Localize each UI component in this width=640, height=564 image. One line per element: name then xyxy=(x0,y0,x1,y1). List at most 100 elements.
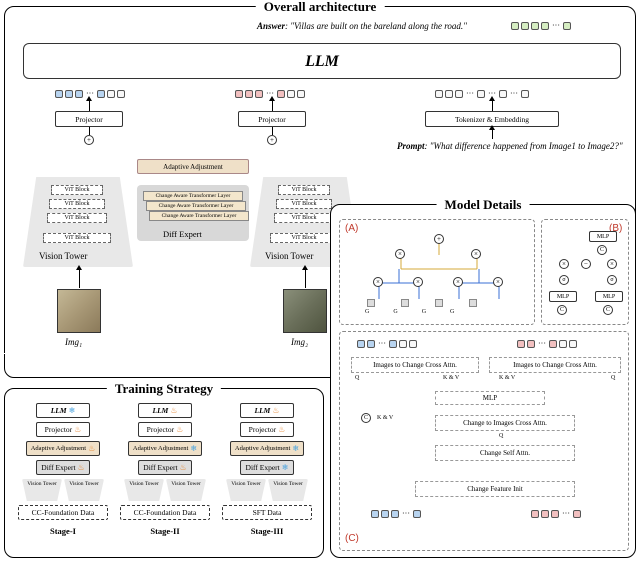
s1-vt2: Vision Tower xyxy=(64,479,104,501)
freeze-icon: ❄ xyxy=(69,406,76,415)
kv-r: K & V xyxy=(499,375,515,381)
mul-icon: × xyxy=(471,249,481,259)
vit-l2: ViT Block xyxy=(49,199,105,209)
s1-vt1: Vision Tower xyxy=(22,479,62,501)
s1-llm: LLM❄ xyxy=(36,403,90,418)
s3-vt2: Vision Tower xyxy=(268,479,308,501)
q-l: Q xyxy=(355,375,359,381)
s2-diff: Diff Expert♨ xyxy=(138,460,192,475)
mul-icon: × xyxy=(559,259,569,269)
s2-adap: Adaptive Adjustment❄ xyxy=(128,441,202,456)
stage2-col: LLM♨ Projector♨ Adaptive Adjustment❄ Dif… xyxy=(117,403,213,536)
fire-icon: ♨ xyxy=(278,425,285,434)
s1-diff: Diff Expert♨ xyxy=(36,460,90,475)
fire-icon: ♨ xyxy=(176,425,183,434)
tag-c: (C) xyxy=(345,533,359,544)
prompt-label: Prompt: "What difference happened from I… xyxy=(397,141,623,151)
projector-left: Projector xyxy=(55,111,123,127)
s2-vt2: Vision Tower xyxy=(166,479,206,501)
mul-icon: × xyxy=(607,259,617,269)
vit-l1: ViT Block xyxy=(51,185,103,195)
gate-icon xyxy=(401,299,409,307)
img1-label: Img₁ xyxy=(65,337,82,347)
gate-icon xyxy=(435,299,443,307)
answer-label: Answer: "Villas are built on the barelan… xyxy=(257,21,467,31)
img2-thumb xyxy=(283,289,327,333)
change-layer-2: Change Aware Transformer Layer xyxy=(146,201,246,211)
tokens-right: ········· xyxy=(435,89,529,98)
c-node: C xyxy=(603,305,613,315)
s2-proj: Projector♨ xyxy=(138,422,192,437)
q-r: Q xyxy=(611,375,615,381)
c-node: C xyxy=(557,305,567,315)
vt-label-r: Vision Tower xyxy=(265,251,313,261)
s2-data: CC-Foundation Data xyxy=(120,505,210,520)
vit-r4: ViT Block xyxy=(270,233,338,243)
change-layer-1: Change Aware Transformer Layer xyxy=(143,191,243,201)
c-node: C xyxy=(597,245,607,255)
c2i: Change to Images Cross Attn. xyxy=(435,415,575,431)
vit-r3: ViT Block xyxy=(274,213,334,223)
sigma-node: σ xyxy=(607,275,617,285)
mlp-b1: MLP xyxy=(589,231,617,242)
c-node: C xyxy=(361,413,371,423)
gate-icon xyxy=(469,299,477,307)
change-layer-3: Change Aware Transformer Layer xyxy=(149,211,249,221)
img2-label: Img₂ xyxy=(291,337,308,347)
c-tokens-top-left: ··· xyxy=(357,339,417,348)
adaptive-adjustment: Adaptive Adjustment xyxy=(137,159,249,174)
i2c-right: Images to Change Cross Attn. xyxy=(489,357,621,373)
s1-proj: Projector♨ xyxy=(36,422,90,437)
s3-label: Stage-III xyxy=(251,526,284,536)
vit-l4: ViT Block xyxy=(43,233,111,243)
s1-adap: Adaptive Adjustment♨ xyxy=(26,441,101,456)
model-details-panel: Model Details (A) + × × × × × × xyxy=(330,204,636,558)
mul-icon: × xyxy=(373,277,383,287)
training-title: Training Strategy xyxy=(107,381,221,397)
c-tokens-bot-right: ··· xyxy=(531,509,581,518)
freeze-icon: ❄ xyxy=(190,444,197,453)
details-title: Model Details xyxy=(437,197,530,213)
mul-icon: × xyxy=(493,277,503,287)
training-strategy-panel: Training Strategy LLM❄ Projector♨ Adapti… xyxy=(4,388,324,558)
fire-icon: ♨ xyxy=(272,406,279,415)
plus-icon: + xyxy=(434,234,444,244)
freeze-icon: ❄ xyxy=(292,444,299,453)
mul-icon: × xyxy=(453,277,463,287)
stage3-col: LLM♨ Projector♨ Adaptive Adjustment❄ Dif… xyxy=(219,403,315,536)
img1-thumb xyxy=(57,289,101,333)
fire-icon: ♨ xyxy=(88,444,95,453)
tag-a: (A) xyxy=(345,223,358,234)
s3-vt1: Vision Tower xyxy=(226,479,266,501)
plus-mid: + xyxy=(267,135,277,145)
s2-llm: LLM♨ xyxy=(138,403,192,418)
kv-l: K & V xyxy=(443,375,459,381)
sigma-node: σ xyxy=(559,275,569,285)
s1-data: CC-Foundation Data xyxy=(18,505,108,520)
mlp-b3: MLP xyxy=(595,291,623,302)
s2-label: Stage-II xyxy=(150,526,179,536)
s3-data: SFT Data xyxy=(222,505,312,520)
i2c-left: Images to Change Cross Attn. xyxy=(351,357,479,373)
s3-llm: LLM♨ xyxy=(240,403,294,418)
fire-icon: ♨ xyxy=(78,463,85,472)
freeze-icon: ❄ xyxy=(282,463,289,472)
q-c: Q xyxy=(499,433,503,439)
cinit: Change Feature Init xyxy=(415,481,575,497)
c-tokens-top-right: ··· xyxy=(517,339,577,348)
llm-box: LLM xyxy=(23,43,621,79)
mul-icon: × xyxy=(413,277,423,287)
mlp-b2: MLP xyxy=(549,291,577,302)
s3-diff: Diff Expert❄ xyxy=(240,460,294,475)
vit-l3: ViT Block xyxy=(47,213,107,223)
overall-title: Overall architecture xyxy=(256,0,385,15)
kv-c: K & V xyxy=(377,415,393,421)
gate-icon xyxy=(367,299,375,307)
vit-r1: ViT Block xyxy=(278,185,330,195)
plus-left: + xyxy=(84,135,94,145)
answer-tokens: ··· xyxy=(511,21,571,30)
fire-icon: ♨ xyxy=(180,463,187,472)
s2-vt1: Vision Tower xyxy=(124,479,164,501)
mul-icon: × xyxy=(395,249,405,259)
mlp-c: MLP xyxy=(435,391,545,405)
